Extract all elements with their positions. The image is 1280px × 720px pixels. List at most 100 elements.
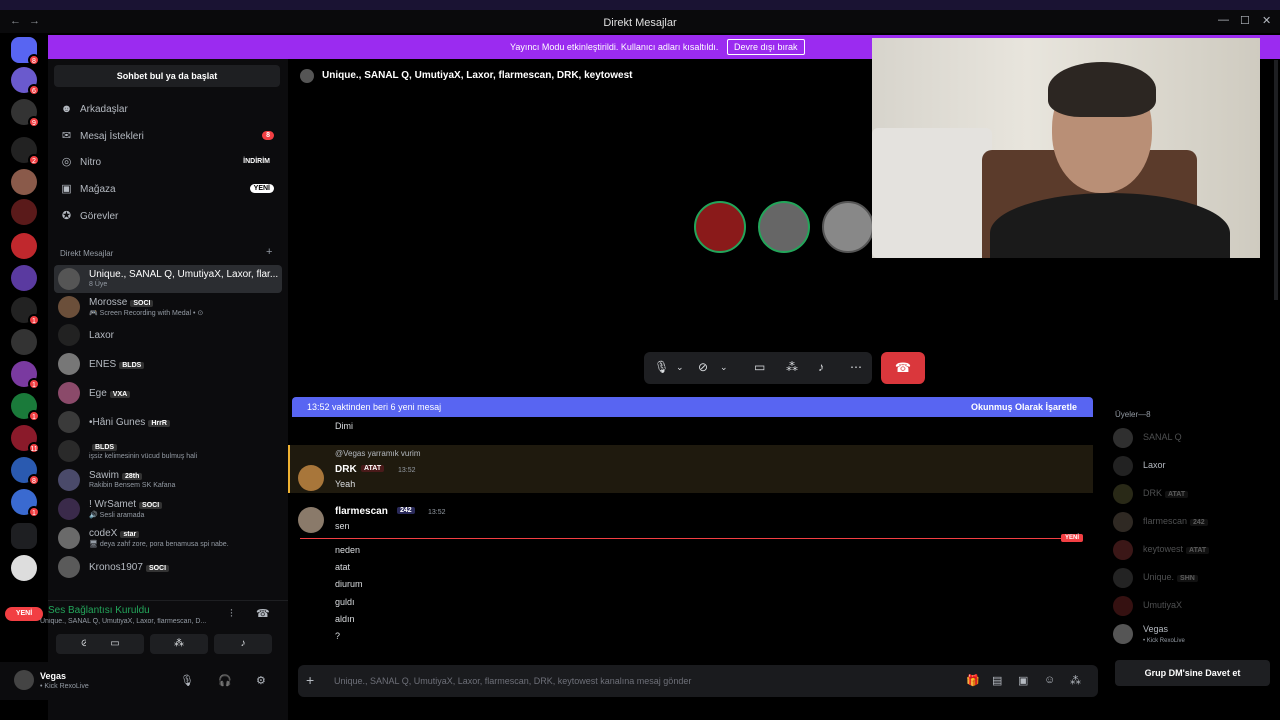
dm-home-icon[interactable]: 8 [11,37,40,66]
gift-icon[interactable]: 🎁 [966,674,980,687]
participant-avatar[interactable] [822,201,874,253]
chevron-down-icon[interactable]: ⌄ [676,362,684,373]
voice-channel-name[interactable]: Unique., SANAL Q, UmutiyaX, Laxor, flarm… [40,618,220,625]
server-icon[interactable]: 1 [11,361,40,390]
minimize-icon[interactable]: — [1218,14,1229,26]
dm-name-text: ENES [89,359,117,370]
message-composer[interactable]: + Unique., SANAL Q, UmutiyaX, Laxor, fla… [298,665,1098,697]
dm-item[interactable]: Ege VXA [54,379,282,407]
dm-item[interactable]: Morosse SOCI 🎮 Screen Recording with Medal… [54,293,282,321]
dm-item[interactable]: Kronos1907 SOCI [54,553,282,581]
headphones-icon[interactable]: 🎧 [218,674,232,687]
settings-gear-icon[interactable]: ⚙ [256,674,266,687]
member-item[interactable]: DRK ATAT [1113,482,1278,506]
soundboard-icon[interactable]: ♪ [818,360,824,374]
server-icon[interactable]: 11 [11,425,40,454]
window-title: Direkt Mesajlar [603,17,677,29]
folder-icon[interactable] [11,523,37,549]
new-messages-bar[interactable]: 13:52 vaktinden beri 6 yeni mesaj Okunmu… [292,397,1093,417]
server-icon[interactable]: 8 [11,457,40,486]
member-item[interactable]: Laxor [1113,454,1278,478]
server-icon[interactable]: 9 [11,99,40,128]
dm-name: •Hâni Gunes HrrR [89,417,279,428]
dm-item[interactable]: Sawim 28th Rakibin Bensem SK Kafana [54,466,282,494]
nav-item[interactable]: ◎ Nitro İNDİRİM [58,152,278,174]
member-item[interactable]: flarmescan 242 [1113,510,1278,534]
activities-button[interactable]: ⁂ [150,634,208,654]
dm-item[interactable]: •Hâni Gunes HrrR [54,408,282,436]
screen-share-icon[interactable]: ▭ [754,360,765,374]
webcam-video-tile[interactable] [872,38,1260,258]
member-name-text: Laxor [1143,460,1166,470]
server-icon[interactable] [11,265,37,291]
server-icon[interactable] [11,233,37,259]
more-icon[interactable]: ⋯ [850,360,862,374]
guild-tag: star [120,531,140,538]
server-icon[interactable] [11,329,37,355]
nav-item[interactable]: ✉ Mesaj İstekleri 8 [58,126,278,148]
nav-item[interactable]: ▣ Mağaza YENİ [58,179,278,201]
microphone-icon[interactable]: 🎙 [180,674,194,687]
dm-item[interactable]: BLDS işsiz kelimesinin vücud bulmuş hali [54,437,282,465]
camera-off-icon[interactable]: ⊘ [698,360,708,374]
hang-up-button[interactable]: ☎ [881,352,925,384]
member-item[interactable]: keytowest ATAT [1113,538,1278,562]
server-icon[interactable] [11,555,37,581]
message-author[interactable]: DRK [335,464,357,475]
message-list: Dimi @Vegas yarramık vurim DRK ATAT 13:5… [288,417,1093,657]
member-item[interactable]: SANAL Q [1113,426,1278,450]
member-item[interactable]: UmutiyaX [1113,594,1278,618]
dm-item[interactable]: Unique., SANAL Q, UmutiyaX, Laxor, flar.… [54,265,282,293]
dm-item[interactable]: ENES BLDS [54,350,282,378]
server-icon[interactable]: 6 [11,67,40,96]
activities-icon[interactable]: ⁂ [786,360,798,374]
new-label: YENİ [1060,534,1083,542]
disconnect-icon[interactable]: ☎ [256,607,270,620]
avatar[interactable] [298,507,324,533]
soundboard-button[interactable]: ♪ [214,634,272,654]
maximize-icon[interactable]: ☐ [1240,14,1250,27]
dm-item[interactable]: Laxor [54,321,282,349]
nav-item[interactable]: ☻ Arkadaşlar [58,99,278,121]
member-item[interactable]: Vegas • Kick RexoLive [1113,622,1278,646]
server-icon[interactable] [11,199,37,225]
server-icon[interactable]: 1 [11,489,40,518]
message-author[interactable]: flarmescan [335,506,388,517]
participant-avatar[interactable] [758,201,810,253]
server-icon[interactable]: 1 [11,297,40,326]
dm-item[interactable]: codeX star 🖥 deya zahf zore, pora benamusa… [54,524,282,552]
notification-badge: 8 [28,54,40,66]
avatar[interactable] [298,465,324,491]
chevron-down-icon[interactable]: ⌄ [720,362,728,373]
disable-streamer-mode-button[interactable]: Devre dışı bırak [727,39,805,55]
server-icon[interactable]: 2 [11,137,40,166]
notification-badge: 1 [28,410,40,422]
apps-icon[interactable]: ⁂ [1070,674,1081,687]
server-icon[interactable] [11,169,37,195]
participant-avatar[interactable] [694,201,746,253]
new-messages-divider: YENİ [300,534,1083,542]
emoji-icon[interactable]: ☺ [1044,674,1055,686]
noise-suppression-icon[interactable]: ⫶ [230,608,233,621]
dm-item[interactable]: ! WrSamet SOCI 🔊 Sesli aramada [54,495,282,523]
close-icon[interactable]: ✕ [1262,14,1271,27]
new-messages-count: 13:52 vaktinden beri 6 yeni mesaj [307,402,442,412]
dm-header: Direkt Mesajlar [60,249,114,258]
member-name: UmutiyaX [1143,600,1182,610]
member-item[interactable]: Unique. SHN [1113,566,1278,590]
mark-as-read-button[interactable]: Okunmuş Olarak İşaretle [971,402,1077,412]
find-conversation-button[interactable]: Sohbet bul ya da başlat [54,65,280,87]
avatar[interactable] [14,670,34,690]
nav-item[interactable]: ✪ Görevler [58,206,278,228]
mute-icon[interactable]: 🎙 [654,360,669,374]
server-icon[interactable]: 1 [11,393,40,422]
scrollbar[interactable] [1274,60,1278,300]
gif-icon[interactable]: ▤ [992,674,1002,687]
invite-to-group-button[interactable]: Grup DM'sine Davet et [1115,660,1270,686]
message-input[interactable]: Unique., SANAL Q, UmutiyaX, Laxor, flarm… [334,676,691,686]
reply-reference[interactable]: @Vegas yarramık vurim [335,449,420,458]
sticker-icon[interactable]: ▣ [1018,674,1028,687]
screen-share-button[interactable]: ▭ [86,634,144,654]
create-dm-icon[interactable]: + [266,246,272,258]
attach-plus-icon[interactable]: + [306,672,314,688]
